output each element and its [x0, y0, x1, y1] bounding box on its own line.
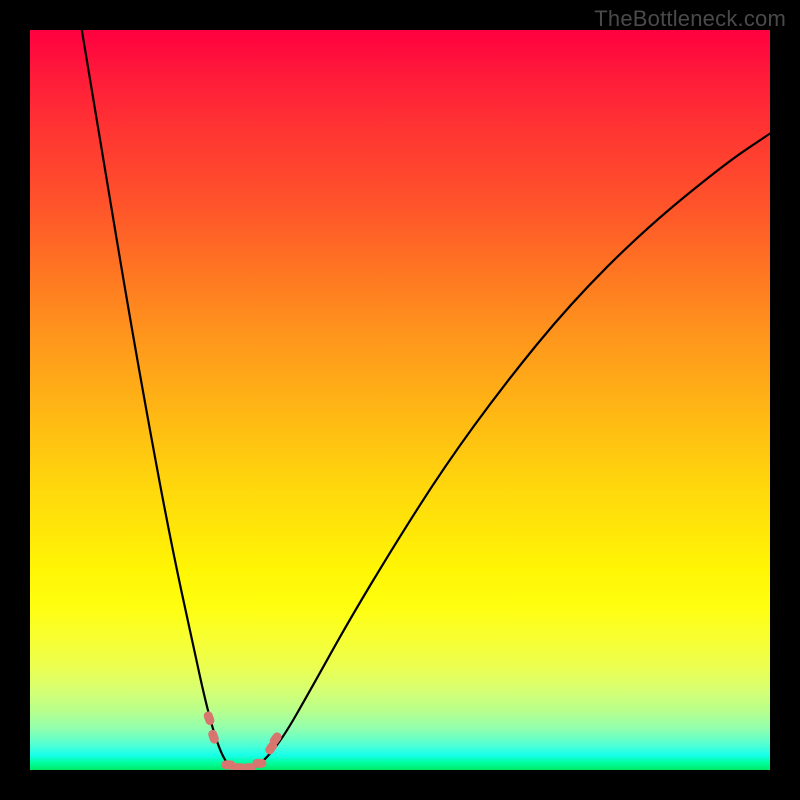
watermark-text: TheBottleneck.com — [594, 6, 786, 32]
bottleneck-curve — [82, 30, 770, 770]
chart-frame: TheBottleneck.com — [0, 0, 800, 800]
curve-layer — [30, 30, 770, 770]
highlight-markers — [202, 710, 283, 770]
marker-point — [252, 759, 266, 768]
plot-area — [30, 30, 770, 770]
marker-point — [202, 710, 215, 726]
